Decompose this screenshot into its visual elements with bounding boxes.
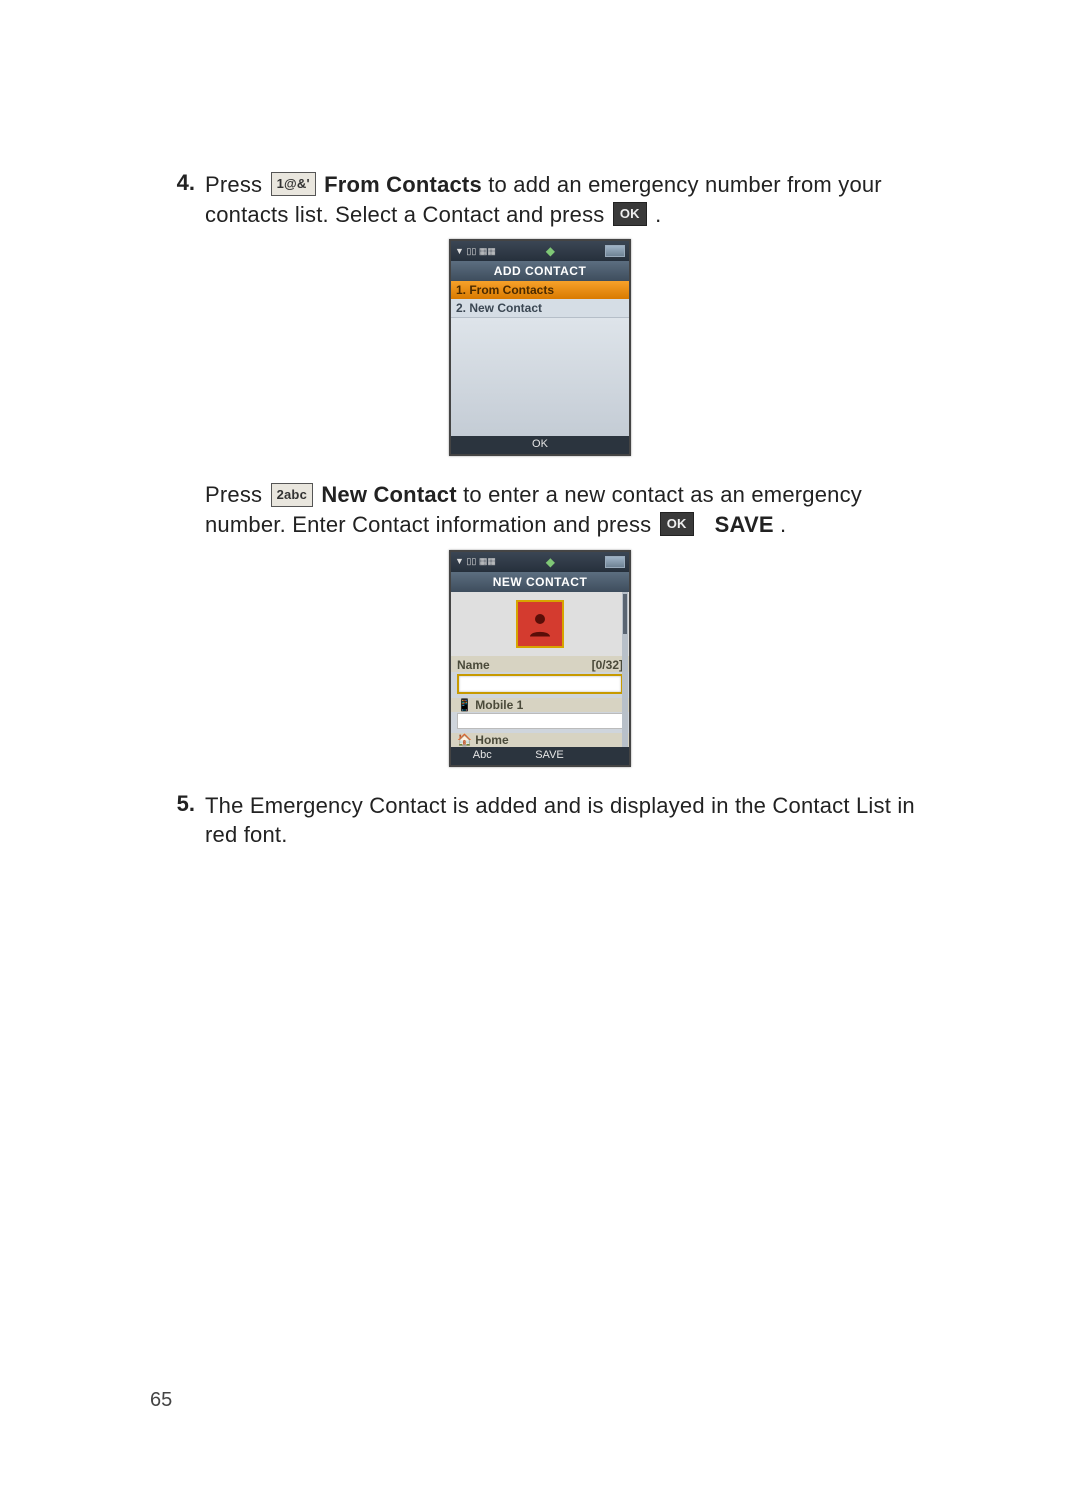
- name-input: [457, 674, 623, 694]
- phone-frame: ▼ ▯▯ ▦▦ ◆ NEW CONTACT Name [0/32] 📱 Mobi…: [449, 550, 631, 767]
- avatar-icon: [516, 600, 564, 648]
- phone-screenshot-add-contact: ▼ ▯▯ ▦▦ ◆ ADD CONTACT 1. From Contacts 2…: [150, 239, 930, 456]
- step-number: 4.: [150, 170, 205, 196]
- phone-title: ADD CONTACT: [451, 261, 629, 281]
- phone-screenshot-new-contact: ▼ ▯▯ ▦▦ ◆ NEW CONTACT Name [0/32] 📱 Mobi…: [150, 550, 930, 767]
- key-2-icon: 2abc: [271, 483, 313, 507]
- from-contacts-label: From Contacts: [324, 172, 482, 197]
- battery-icon: [605, 245, 625, 257]
- home-label-text: Home: [475, 733, 508, 747]
- menu-item-new-contact: 2. New Contact: [451, 299, 629, 318]
- key-1-icon: 1@&': [271, 172, 316, 196]
- text: Press: [205, 172, 269, 197]
- menu-item-from-contacts: 1. From Contacts: [451, 281, 629, 299]
- ok-key-icon: OK: [613, 202, 647, 226]
- phone-title: NEW CONTACT: [451, 572, 629, 592]
- status-dot-icon: ◆: [546, 555, 555, 569]
- text: Press: [205, 482, 269, 507]
- softkey-center: SAVE: [535, 749, 564, 763]
- avatar-row: [451, 592, 629, 656]
- text: .: [655, 202, 661, 227]
- mobile-input: [457, 713, 623, 729]
- save-label: SAVE: [715, 512, 774, 537]
- name-label: Name: [457, 658, 490, 672]
- status-dot-icon: ◆: [546, 244, 555, 258]
- name-label-row: Name [0/32]: [451, 656, 629, 672]
- page-number: 65: [150, 1389, 172, 1412]
- mobile-label-text: Mobile 1: [475, 698, 523, 712]
- phone-frame: ▼ ▯▯ ▦▦ ◆ ADD CONTACT 1. From Contacts 2…: [449, 239, 631, 456]
- phone-empty-area: [451, 318, 629, 436]
- text: .: [780, 512, 786, 537]
- mobile-label: 📱 Mobile 1: [451, 698, 629, 712]
- step-4b: Press 2abc New Contact to enter a new co…: [150, 480, 930, 539]
- home-label: 🏠 Home: [451, 733, 629, 747]
- phone-softkeys: OK: [451, 436, 629, 454]
- step-5: 5. The Emergency Contact is added and is…: [150, 791, 930, 850]
- phone-softkeys: Abc SAVE: [451, 747, 629, 765]
- signal-icon: ▼ ▯▯ ▦▦: [455, 556, 496, 567]
- new-contact-label: New Contact: [321, 482, 456, 507]
- ok-key-icon: OK: [660, 512, 694, 536]
- name-counter: [0/32]: [592, 658, 623, 672]
- manual-page: 4. Press 1@&' From Contacts to add an em…: [0, 0, 1080, 1492]
- softkey-left: Abc: [473, 749, 492, 763]
- battery-icon: [605, 556, 625, 568]
- softkey-center: OK: [532, 438, 548, 452]
- step-5-body: The Emergency Contact is added and is di…: [205, 791, 930, 850]
- step-4b-body: Press 2abc New Contact to enter a new co…: [205, 480, 930, 539]
- phone-content: Name [0/32] 📱 Mobile 1 🏠 Home: [451, 592, 629, 747]
- step-4-body: Press 1@&' From Contacts to add an emerg…: [205, 170, 930, 229]
- phone-status-bar: ▼ ▯▯ ▦▦ ◆: [451, 552, 629, 572]
- signal-icon: ▼ ▯▯ ▦▦: [455, 246, 496, 257]
- phone-status-bar: ▼ ▯▯ ▦▦ ◆: [451, 241, 629, 261]
- step-number: 5.: [150, 791, 205, 817]
- scrollbar: [622, 592, 628, 747]
- step-4: 4. Press 1@&' From Contacts to add an em…: [150, 170, 930, 229]
